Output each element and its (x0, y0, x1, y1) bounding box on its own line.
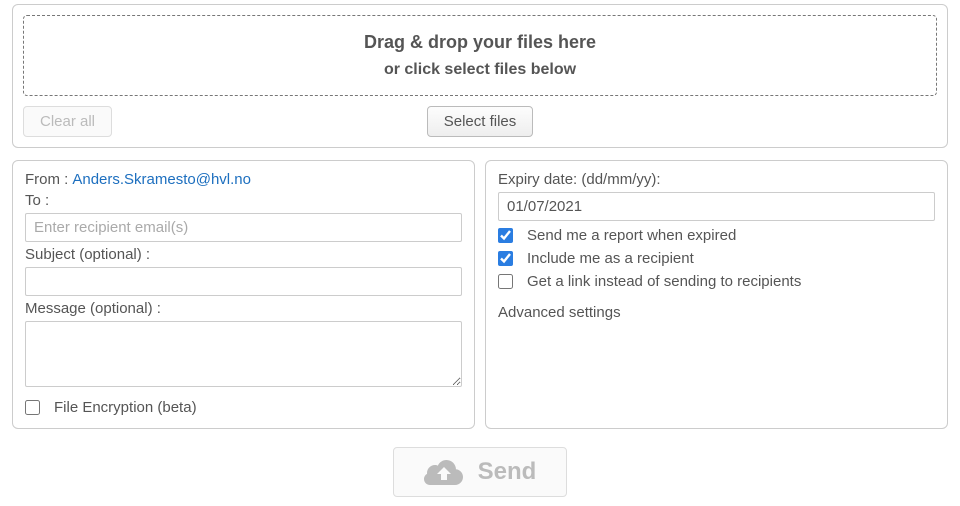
get-link-checkbox[interactable] (498, 274, 513, 289)
expiry-label: Expiry date: (dd/mm/yy): (498, 171, 935, 188)
report-when-expired-label: Send me a report when expired (527, 227, 736, 244)
send-button[interactable]: Send (393, 447, 568, 497)
get-link-label: Get a link instead of sending to recipie… (527, 273, 801, 290)
cloud-upload-icon (424, 458, 464, 486)
dropzone-text-1: Drag & drop your files here (34, 32, 926, 53)
to-input[interactable] (25, 213, 462, 242)
expiry-date-input[interactable] (498, 192, 935, 221)
include-me-label: Include me as a recipient (527, 250, 694, 267)
options-panel: Expiry date: (dd/mm/yy): Send me a repor… (485, 160, 948, 429)
file-encryption-checkbox[interactable] (25, 400, 40, 415)
file-upload-panel: Drag & drop your files here or click sel… (12, 4, 948, 148)
from-label: From : (25, 171, 68, 188)
subject-input[interactable] (25, 267, 462, 296)
to-label: To : (25, 192, 462, 209)
file-encryption-label: File Encryption (beta) (54, 399, 197, 416)
dropzone[interactable]: Drag & drop your files here or click sel… (23, 15, 937, 96)
dropzone-text-2: or click select files below (34, 61, 926, 79)
from-email: Anders.Skramesto@hvl.no (72, 171, 251, 188)
message-panel: From : Anders.Skramesto@hvl.no To : Subj… (12, 160, 475, 429)
advanced-settings-toggle[interactable]: Advanced settings (498, 304, 935, 321)
subject-label: Subject (optional) : (25, 246, 462, 263)
message-textarea[interactable] (25, 321, 462, 387)
include-me-checkbox[interactable] (498, 251, 513, 266)
report-when-expired-checkbox[interactable] (498, 228, 513, 243)
send-button-label: Send (478, 458, 537, 486)
select-files-button[interactable]: Select files (427, 106, 534, 137)
message-label: Message (optional) : (25, 300, 462, 317)
clear-all-button[interactable]: Clear all (23, 106, 112, 137)
